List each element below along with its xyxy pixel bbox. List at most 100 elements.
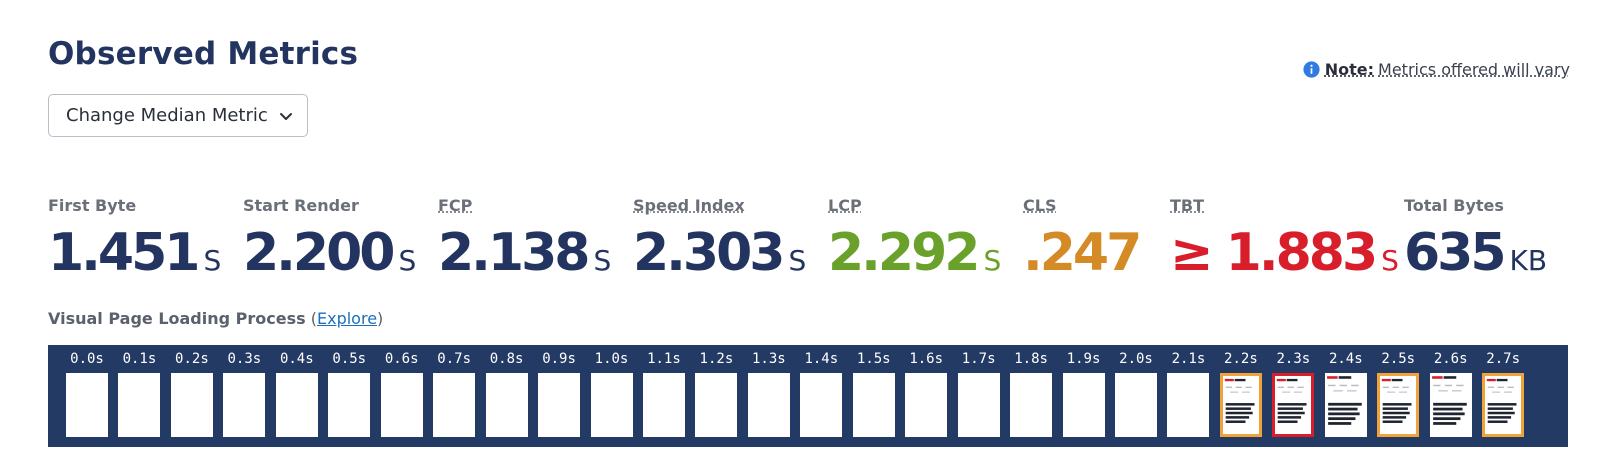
filmstrip-frame[interactable]: 0.2s: [169, 345, 215, 447]
frame-thumbnail: [642, 373, 685, 437]
frame-timestamp: 1.7s: [961, 351, 996, 367]
frame-thumbnail: [328, 373, 371, 437]
metric-unit: S: [398, 244, 417, 277]
filmstrip-frame[interactable]: 0.3s: [221, 345, 267, 447]
filmstrip-frame[interactable]: 0.8s: [484, 345, 530, 447]
frame-timestamp: 1.8s: [1014, 351, 1048, 367]
frame-thumbnail: [852, 373, 895, 437]
metric-label[interactable]: FCP: [438, 196, 611, 215]
filmstrip-frame[interactable]: 0.6s: [379, 345, 425, 447]
filmstrip-frame[interactable]: 1.4s: [798, 345, 844, 447]
frame-timestamp: 1.6s: [909, 351, 944, 367]
frame-thumbnail: [905, 373, 948, 437]
metric-number: .247: [1023, 223, 1142, 283]
frame-thumbnail: [1377, 373, 1420, 437]
frame-timestamp: 2.6s: [1433, 351, 1468, 367]
close-paren-text: ): [377, 309, 384, 328]
frame-timestamp: 0.3s: [227, 351, 262, 367]
metric-number: ≥ 1.883: [1170, 223, 1378, 283]
filmstrip-frame[interactable]: 2.5s: [1375, 345, 1421, 447]
metric-fcp: FCP 2.138 S: [438, 196, 611, 283]
frame-thumbnail: [170, 373, 213, 437]
frame-timestamp: 0.4s: [279, 351, 314, 367]
metric-value: .247: [1023, 223, 1145, 283]
filmstrip-frame[interactable]: 2.7s: [1480, 345, 1526, 447]
frame-timestamp: 0.9s: [542, 351, 576, 367]
frame-thumbnail: [223, 373, 266, 437]
filmstrip-frame[interactable]: 1.0s: [589, 345, 635, 447]
frame-timestamp: 0.0s: [70, 351, 104, 367]
metric-label: Total Bytes: [1404, 196, 1504, 215]
frame-timestamp: 0.7s: [437, 351, 471, 367]
metric-value: 1.451 S: [48, 223, 221, 283]
frame-thumbnail: [1167, 373, 1210, 437]
metric-number: 635: [1404, 223, 1507, 283]
frame-timestamp: 0.5s: [332, 351, 367, 367]
filmstrip-frame[interactable]: 2.4s: [1323, 345, 1369, 447]
frame-timestamp: 1.3s: [751, 351, 786, 367]
filmstrip-frame[interactable]: 0.0s: [64, 345, 110, 447]
metric-label[interactable]: TBT: [1170, 196, 1399, 215]
info-icon: [1303, 61, 1320, 78]
filmstrip-frame[interactable]: 0.1s: [116, 345, 162, 447]
filmstrip-frame[interactable]: 2.1s: [1165, 345, 1211, 447]
frame-thumbnail: [747, 373, 790, 437]
frame-timestamp: 1.1s: [647, 351, 681, 367]
change-median-metric-label: Change Median Metric: [66, 105, 268, 126]
filmstrip-frame[interactable]: 2.3s: [1270, 345, 1316, 447]
frame-thumbnail: [1062, 373, 1105, 437]
filmstrip-frame[interactable]: 1.9s: [1061, 345, 1107, 447]
metric-unit: S: [1381, 244, 1399, 277]
metric-start-render: Start Render 2.200 S: [243, 196, 416, 283]
metric-speed-index: Speed Index 2.303 S: [633, 196, 806, 283]
filmstrip-frame[interactable]: 1.6s: [903, 345, 949, 447]
explore-link[interactable]: Explore: [317, 309, 377, 328]
frame-thumbnail: [118, 373, 161, 437]
frame-thumbnail: [1010, 373, 1053, 437]
metric-unit: S: [203, 244, 222, 277]
filmstrip-frame[interactable]: 0.7s: [431, 345, 477, 447]
metric-label: Start Render: [243, 196, 359, 215]
page-title: Observed Metrics: [48, 36, 359, 72]
frame-timestamp: 2.0s: [1119, 351, 1153, 367]
filmstrip-frame[interactable]: 2.6s: [1428, 345, 1474, 447]
frame-thumbnail: [380, 373, 423, 437]
filmstrip-frame[interactable]: 0.5s: [326, 345, 372, 447]
metric-label[interactable]: CLS: [1023, 196, 1145, 215]
filmstrip-frame[interactable]: 1.1s: [641, 345, 687, 447]
filmstrip-frame[interactable]: 1.3s: [746, 345, 792, 447]
metric-label[interactable]: Speed Index: [633, 196, 806, 215]
frame-thumbnail: [1219, 373, 1262, 437]
metric-total-bytes: Total Bytes 635 KB: [1404, 196, 1547, 283]
metric-label[interactable]: LCP: [828, 196, 1001, 215]
frame-timestamp: 2.2s: [1224, 351, 1258, 367]
frame-timestamp: 0.6s: [384, 351, 419, 367]
metric-lcp: LCP 2.292 S: [828, 196, 1001, 283]
metric-value: 2.200 S: [243, 223, 416, 283]
filmstrip-frame[interactable]: 0.4s: [274, 345, 320, 447]
frame-timestamp: 0.1s: [122, 351, 157, 367]
frame-thumbnail: [590, 373, 633, 437]
filmstrip-frame[interactable]: 2.0s: [1113, 345, 1159, 447]
metric-value: 2.138 S: [438, 223, 611, 283]
frame-thumbnail: [66, 373, 108, 437]
frame-thumbnail: [800, 373, 843, 437]
frame-timestamp: 1.2s: [699, 351, 734, 367]
filmstrip-frame[interactable]: 1.2s: [693, 345, 739, 447]
frame-thumbnail: [1324, 373, 1367, 437]
filmstrip-frame[interactable]: 1.8s: [1008, 345, 1054, 447]
filmstrip-frame[interactable]: 1.7s: [956, 345, 1002, 447]
frame-timestamp: 2.3s: [1276, 351, 1311, 367]
metric-number: 1.451: [48, 223, 200, 283]
filmstrip-frame[interactable]: 1.5s: [851, 345, 897, 447]
change-median-metric-button[interactable]: Change Median Metric: [48, 94, 308, 137]
frame-timestamp: 2.1s: [1171, 351, 1206, 367]
frame-thumbnail: [485, 373, 528, 437]
frame-thumbnail: [957, 373, 1000, 437]
filmstrip-frame[interactable]: 0.9s: [536, 345, 582, 447]
filmstrip-frame[interactable]: 2.2s: [1218, 345, 1264, 447]
frame-timestamp: 2.5s: [1381, 351, 1416, 367]
note-text[interactable]: Metrics offered will vary: [1378, 60, 1570, 79]
metric-value: 635 KB: [1404, 223, 1547, 283]
metric-label: First Byte: [48, 196, 137, 215]
